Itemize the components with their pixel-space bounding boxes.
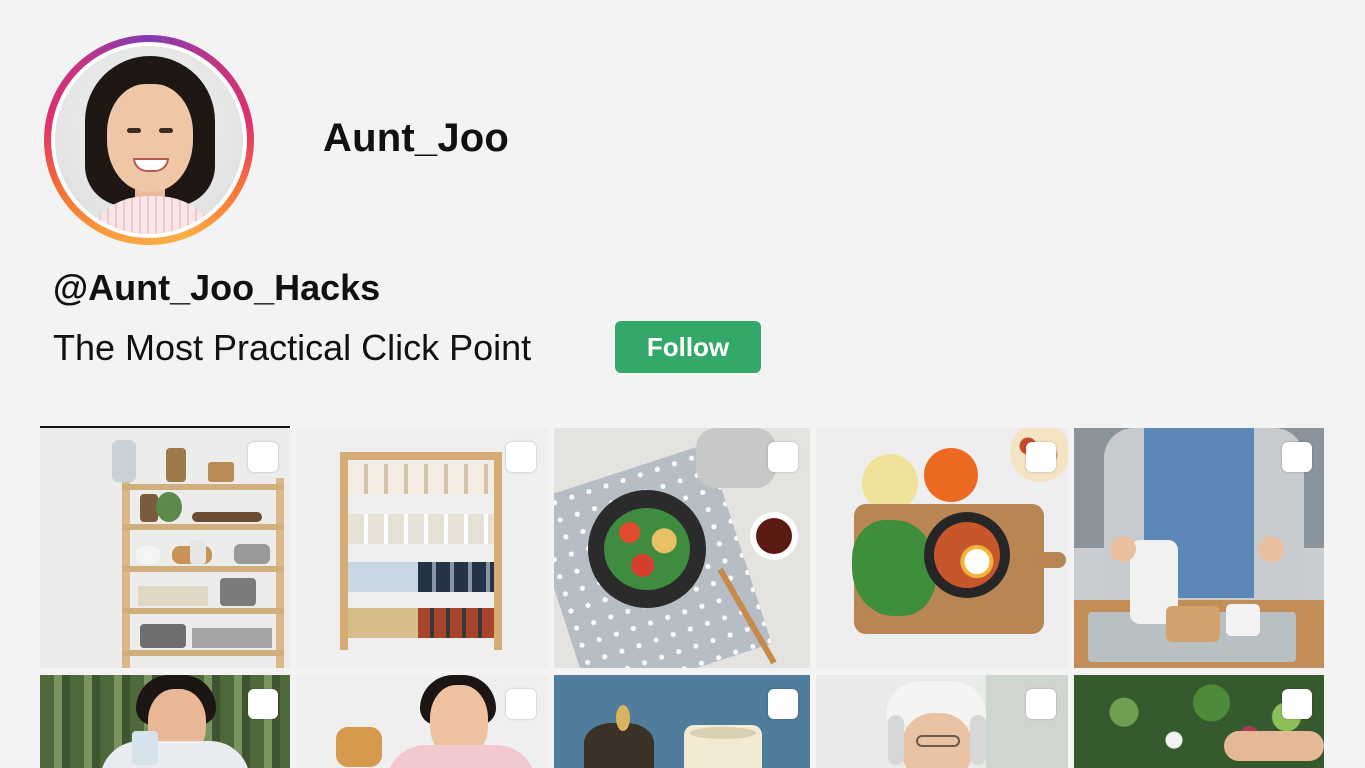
select-checkbox[interactable] xyxy=(1282,442,1312,472)
follow-button[interactable]: Follow xyxy=(615,321,761,373)
select-checkbox[interactable] xyxy=(768,689,798,719)
select-checkbox[interactable] xyxy=(248,442,278,472)
profile-bio: The Most Practical Click Point xyxy=(53,327,532,368)
grid-post-10[interactable] xyxy=(1074,675,1324,768)
profile-avatar[interactable] xyxy=(44,35,254,245)
grid-post-9[interactable] xyxy=(816,675,1068,768)
grid-post-7[interactable] xyxy=(296,675,548,768)
grid-post-8[interactable] xyxy=(554,675,810,768)
grid-post-3[interactable] xyxy=(554,428,810,668)
select-checkbox[interactable] xyxy=(506,689,536,719)
profile-handle: @Aunt_Joo_Hacks xyxy=(53,267,381,308)
grid-post-1[interactable] xyxy=(40,428,290,668)
grid-post-2[interactable] xyxy=(296,428,548,668)
profile-page: Aunt_Joo @Aunt_Joo_Hacks The Most Practi… xyxy=(0,0,1365,768)
select-checkbox[interactable] xyxy=(248,689,278,719)
select-checkbox[interactable] xyxy=(1282,689,1312,719)
select-checkbox[interactable] xyxy=(1026,442,1056,472)
grid-post-5[interactable] xyxy=(1074,428,1324,668)
grid-post-6[interactable] xyxy=(40,675,290,768)
profile-display-name: Aunt_Joo xyxy=(323,116,510,160)
select-checkbox[interactable] xyxy=(506,442,536,472)
avatar-photo xyxy=(55,46,243,234)
grid-post-4[interactable] xyxy=(816,428,1068,668)
select-checkbox[interactable] xyxy=(768,442,798,472)
select-checkbox[interactable] xyxy=(1026,689,1056,719)
